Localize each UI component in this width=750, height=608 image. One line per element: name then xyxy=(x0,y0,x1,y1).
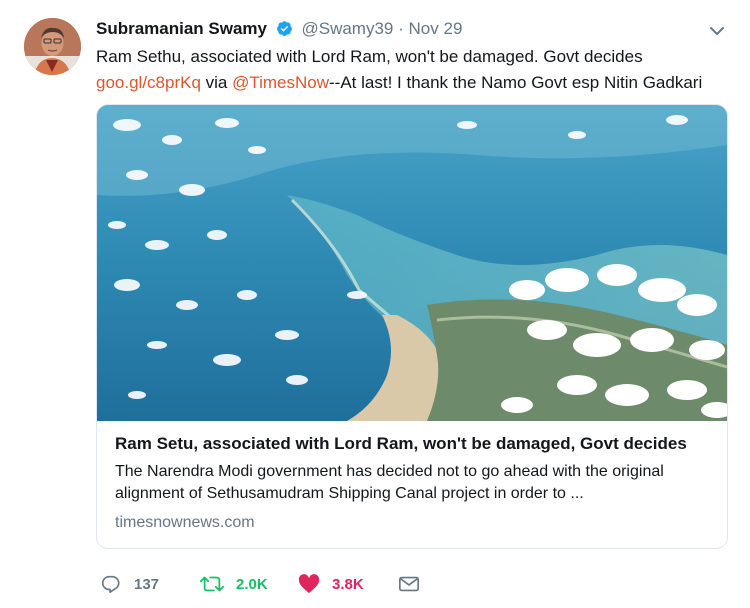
retweet-button[interactable]: 2.0K xyxy=(200,572,268,596)
author-name[interactable]: Subramanian Swamy xyxy=(96,19,267,38)
tweet[interactable]: Subramanian Swamy @Swamy39 · Nov 29 Ram … xyxy=(0,0,750,608)
card-domain: timesnownews.com xyxy=(115,514,255,531)
tweet-text-part: Ram Sethu, associated with Lord Ram, won… xyxy=(96,47,643,66)
tweet-text-part: --At last! I thank the Namo Govt esp Nit… xyxy=(329,73,703,92)
reply-button[interactable]: 137 xyxy=(100,572,159,596)
tweet-header: Subramanian Swamy @Swamy39 · Nov 29 xyxy=(96,18,462,43)
heart-icon xyxy=(298,574,320,594)
reply-icon xyxy=(101,575,120,594)
reply-count: 137 xyxy=(134,575,160,593)
card-description: The Narendra Modi government has decided… xyxy=(115,463,664,502)
chevron-down-icon[interactable] xyxy=(708,22,726,40)
direct-message-button[interactable] xyxy=(398,572,420,596)
envelope-icon xyxy=(399,576,419,592)
retweet-icon xyxy=(200,576,224,592)
short-link[interactable]: goo.gl/c8prKq xyxy=(96,73,201,92)
like-count: 3.8K xyxy=(332,575,364,593)
avatar[interactable] xyxy=(24,18,81,75)
card-title[interactable]: Ram Setu, associated with Lord Ram, won'… xyxy=(115,433,715,455)
tweet-text: Ram Sethu, associated with Lord Ram, won… xyxy=(96,44,736,96)
mention-link[interactable]: @TimesNow xyxy=(232,73,329,92)
card-body: Ram Setu, associated with Lord Ram, won'… xyxy=(115,433,715,533)
like-button[interactable]: 3.8K xyxy=(298,572,364,596)
link-preview-card[interactable]: Ram Setu, associated with Lord Ram, won'… xyxy=(96,104,728,549)
separator-dot: · xyxy=(398,19,404,38)
card-image[interactable] xyxy=(97,105,727,421)
verified-badge-icon xyxy=(276,20,293,43)
tweet-text-part: via xyxy=(200,73,233,92)
timestamp[interactable]: Nov 29 xyxy=(409,19,463,38)
author-handle[interactable]: @Swamy39 xyxy=(301,19,393,38)
retweet-count: 2.0K xyxy=(236,575,268,593)
